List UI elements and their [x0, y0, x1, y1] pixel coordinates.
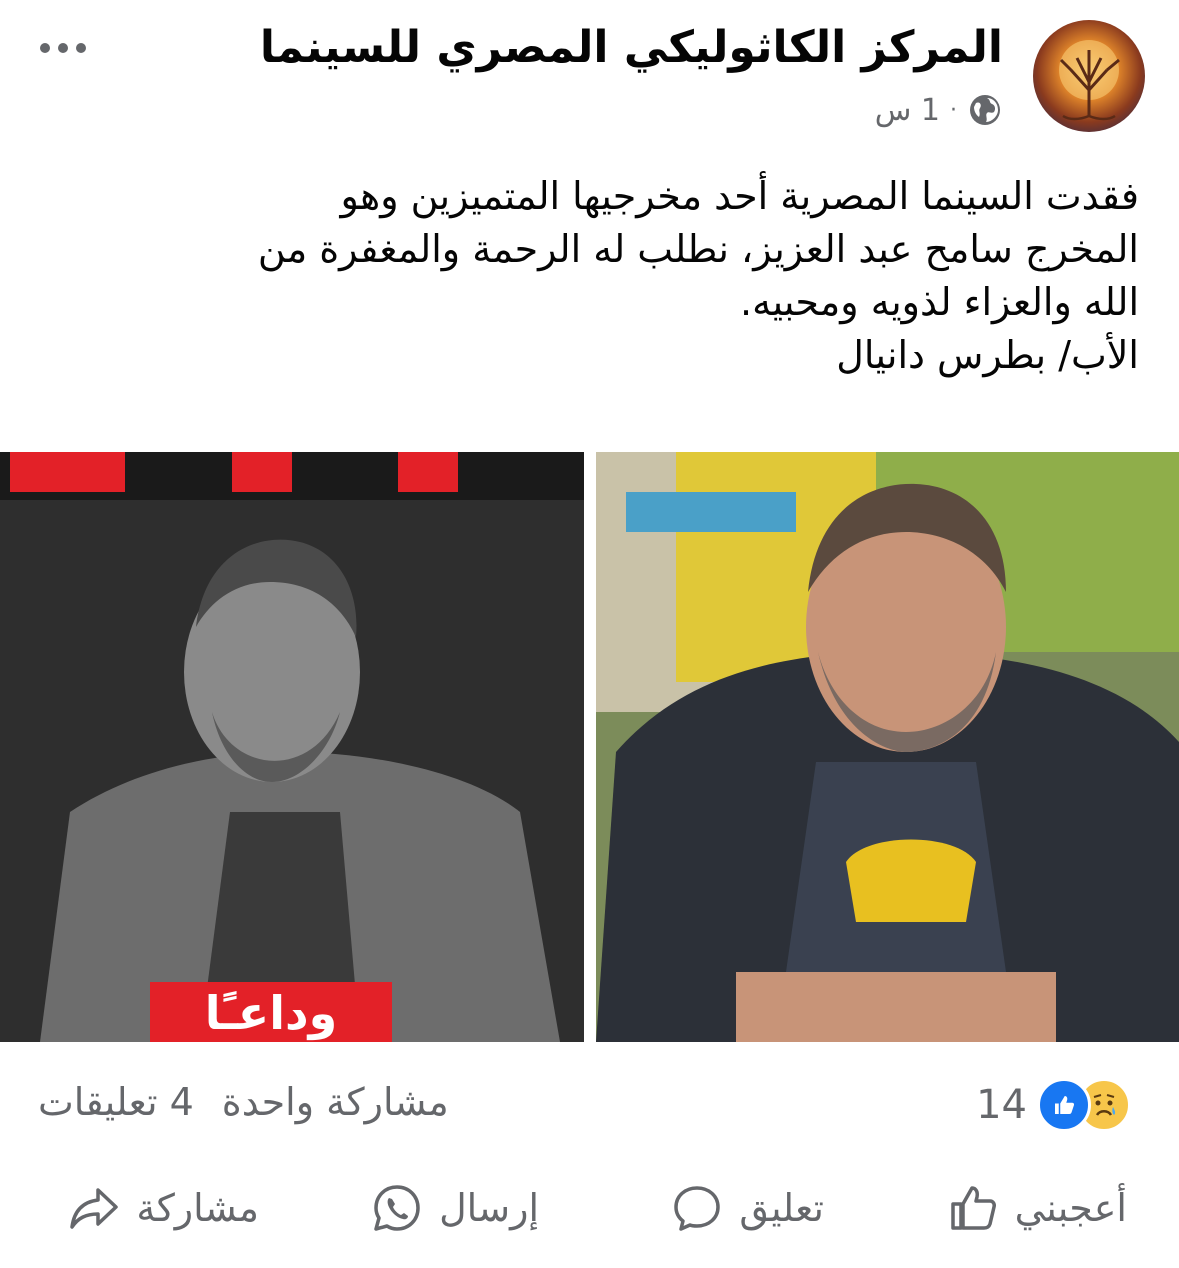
photo-grid: وداعـًا	[0, 452, 1179, 1042]
whatsapp-icon	[374, 1185, 420, 1231]
globe-icon	[970, 95, 1000, 125]
like-label: أعجبني	[1014, 1186, 1127, 1230]
post-text-line: الأب/ بطرس دانيال	[836, 333, 1139, 377]
post-text-line: الله والعزاء لذويه ومحبيه.	[740, 280, 1139, 324]
post-text-line: المخرج سامح عبد العزيز، نطلب له الرحمة و…	[257, 227, 1139, 271]
thumbs-up-icon	[950, 1186, 996, 1230]
share-arrow-icon	[70, 1188, 119, 1229]
action-bar: أعجبني تعليق إرسال مشاركة	[0, 1170, 1179, 1250]
post-header: المركز الكاثوليكي المصري للسينما 1 س ·	[0, 0, 1179, 150]
post-text: فقدت السينما المصرية أحد مخرجيها المتميز…	[29, 170, 1139, 382]
meta-separator: ·	[950, 97, 957, 123]
reaction-count: 14	[976, 1082, 1027, 1128]
like-button[interactable]: أعجبني	[945, 1180, 1127, 1236]
comment-count[interactable]: 4 تعليقات	[38, 1080, 194, 1124]
share-count[interactable]: مشاركة واحدة	[222, 1080, 449, 1124]
reaction-summary[interactable]: 14	[976, 1078, 1131, 1132]
like-reaction-icon	[1037, 1078, 1091, 1132]
share-label: مشاركة	[136, 1186, 259, 1230]
send-button[interactable]: إرسال	[369, 1180, 539, 1236]
post-text-line: فقدت السينما المصرية أحد مخرجيها المتميز…	[340, 174, 1139, 218]
comment-bubble-icon	[674, 1186, 721, 1231]
page-avatar[interactable]	[1033, 20, 1145, 132]
post-meta: 1 س ·	[875, 92, 1003, 128]
comment-label: تعليق	[739, 1186, 824, 1230]
share-button[interactable]: مشاركة	[66, 1180, 259, 1236]
tree-of-life-icon	[1059, 40, 1120, 121]
farewell-caption: وداعـًا	[204, 986, 338, 1040]
comment-button[interactable]: تعليق	[669, 1180, 824, 1236]
more-options-icon[interactable]	[40, 38, 94, 58]
post-time[interactable]: 1 س	[875, 93, 940, 128]
page-name[interactable]: المركز الكاثوليكي المصري للسينما	[260, 22, 1003, 73]
photo-left[interactable]: وداعـًا	[0, 452, 584, 1042]
engagement-counts: 4 تعليقات مشاركة واحدة	[38, 1080, 449, 1124]
post-stats: 14 4 تعليقات مشاركة واحدة	[0, 1070, 1179, 1140]
photo-right[interactable]	[596, 452, 1179, 1042]
send-label: إرسال	[439, 1186, 539, 1230]
